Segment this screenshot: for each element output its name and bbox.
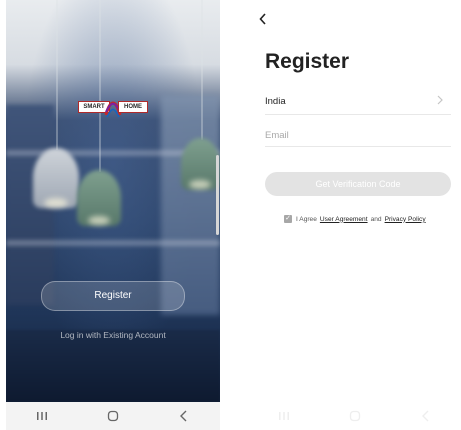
system-navigation-bar	[248, 402, 461, 430]
background-photo	[6, 0, 220, 402]
get-verification-code-button[interactable]: Get Verification Code	[265, 172, 451, 196]
recents-icon[interactable]	[30, 406, 54, 426]
agreement-prefix: I Agree	[296, 215, 317, 223]
recents-icon[interactable]	[272, 406, 296, 426]
register-button[interactable]: Register	[41, 281, 185, 311]
agreement-checkbox[interactable]: ✓	[284, 215, 292, 223]
background-floor	[6, 330, 220, 402]
country-value: India	[265, 96, 286, 107]
email-field[interactable]	[265, 126, 451, 144]
agreement-conjunction: and	[370, 215, 382, 223]
privacy-policy-link[interactable]: Privacy Policy	[385, 216, 426, 223]
login-existing-account-link[interactable]: Log in with Existing Account	[6, 330, 220, 340]
back-icon[interactable]	[414, 406, 438, 426]
logo-home-text: HOME	[118, 101, 148, 113]
pendant-cord	[99, 0, 101, 172]
home-icon[interactable]	[101, 406, 125, 426]
lamp-glow	[189, 180, 211, 189]
user-agreement-link[interactable]: User Agreement	[320, 216, 368, 223]
agreement-row: ✓ I Agree User Agreement and Privacy Pol…	[284, 215, 426, 223]
background-shelf	[6, 240, 220, 246]
system-navigation-bar	[6, 402, 220, 430]
email-field-wrapper	[265, 124, 451, 147]
register-screen: Register India Get Verification Code ✓ I…	[248, 0, 461, 430]
lamp-glow	[44, 198, 68, 208]
back-icon[interactable]	[172, 406, 196, 426]
pendant-cord	[56, 0, 58, 150]
welcome-screen: SMART HOME Register Log in with Existing…	[6, 0, 220, 430]
smart-home-logo: SMART HOME	[78, 95, 148, 119]
scroll-indicator	[216, 155, 219, 235]
chevron-right-icon	[437, 95, 443, 108]
home-icon[interactable]	[343, 406, 367, 426]
lamp-glow	[88, 216, 110, 225]
back-arrow-icon[interactable]	[258, 12, 272, 30]
page-title: Register	[265, 50, 350, 73]
pendant-cord	[201, 0, 203, 140]
country-selector[interactable]: India	[265, 92, 451, 115]
